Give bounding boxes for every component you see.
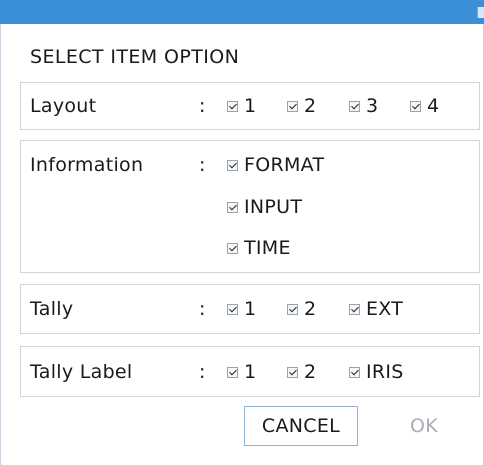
tally-label: Tally <box>30 298 74 320</box>
tally-colon: : <box>199 298 206 320</box>
tally-option-ext-label: EXT <box>366 298 404 320</box>
checkbox-checked-icon[interactable] <box>287 366 298 378</box>
layout-option-3[interactable]: 3 <box>349 95 378 117</box>
tally-label-group: Tally Label : 1 2 IRIS <box>20 346 480 397</box>
tally-option-1-label: 1 <box>244 298 257 320</box>
information-option-time[interactable]: TIME <box>227 237 291 259</box>
title-bar <box>0 0 484 24</box>
layout-colon: : <box>199 95 206 117</box>
frame-left-border <box>0 24 1 465</box>
checkbox-checked-icon[interactable] <box>227 303 238 315</box>
layout-option-1-label: 1 <box>244 95 257 117</box>
checkbox-checked-icon[interactable] <box>349 100 360 112</box>
tally-label-label: Tally Label <box>30 361 133 383</box>
information-group: Information : FORMAT INPUT TIME <box>20 140 480 273</box>
layout-option-2-label: 2 <box>304 95 317 117</box>
layout-group: Layout : 1 2 3 4 <box>20 82 480 130</box>
tally-label-option-2[interactable]: 2 <box>287 361 316 383</box>
checkbox-checked-icon[interactable] <box>287 303 298 315</box>
checkbox-checked-icon[interactable] <box>349 303 360 315</box>
tally-option-ext[interactable]: EXT <box>349 298 403 320</box>
close-icon[interactable] <box>477 7 484 18</box>
layout-option-4-label: 4 <box>427 95 440 117</box>
information-label: Information <box>30 154 144 176</box>
checkbox-checked-icon[interactable] <box>227 366 238 378</box>
checkbox-checked-icon[interactable] <box>227 159 238 171</box>
checkbox-checked-icon[interactable] <box>410 100 421 112</box>
information-colon: : <box>199 154 206 176</box>
information-option-input-label: INPUT <box>244 196 303 218</box>
tally-label-colon: : <box>199 361 206 383</box>
layout-label: Layout <box>30 95 97 117</box>
ok-button[interactable]: OK <box>378 406 470 446</box>
information-option-format-label: FORMAT <box>244 154 325 176</box>
tally-label-option-1[interactable]: 1 <box>227 361 256 383</box>
tally-group: Tally : 1 2 EXT <box>20 284 480 334</box>
information-option-input[interactable]: INPUT <box>227 196 302 218</box>
cancel-button[interactable]: CANCEL <box>244 406 358 446</box>
layout-option-4[interactable]: 4 <box>410 95 439 117</box>
tally-label-option-iris-label: IRIS <box>366 361 404 383</box>
layout-option-1[interactable]: 1 <box>227 95 256 117</box>
tally-label-option-iris[interactable]: IRIS <box>349 361 404 383</box>
checkbox-checked-icon[interactable] <box>227 242 238 254</box>
dialog-heading: SELECT ITEM OPTION <box>30 46 240 68</box>
tally-option-2-label: 2 <box>304 298 317 320</box>
checkbox-checked-icon[interactable] <box>349 366 360 378</box>
checkbox-checked-icon[interactable] <box>227 201 238 213</box>
tally-label-option-2-label: 2 <box>304 361 317 383</box>
tally-option-1[interactable]: 1 <box>227 298 256 320</box>
checkbox-checked-icon[interactable] <box>227 100 238 112</box>
information-option-time-label: TIME <box>244 237 291 259</box>
tally-option-2[interactable]: 2 <box>287 298 316 320</box>
information-option-format[interactable]: FORMAT <box>227 154 324 176</box>
tally-label-option-1-label: 1 <box>244 361 257 383</box>
select-item-option-dialog: SELECT ITEM OPTION Layout : 1 2 3 4 Info… <box>0 0 484 465</box>
checkbox-checked-icon[interactable] <box>287 100 298 112</box>
layout-option-2[interactable]: 2 <box>287 95 316 117</box>
layout-option-3-label: 3 <box>366 95 379 117</box>
